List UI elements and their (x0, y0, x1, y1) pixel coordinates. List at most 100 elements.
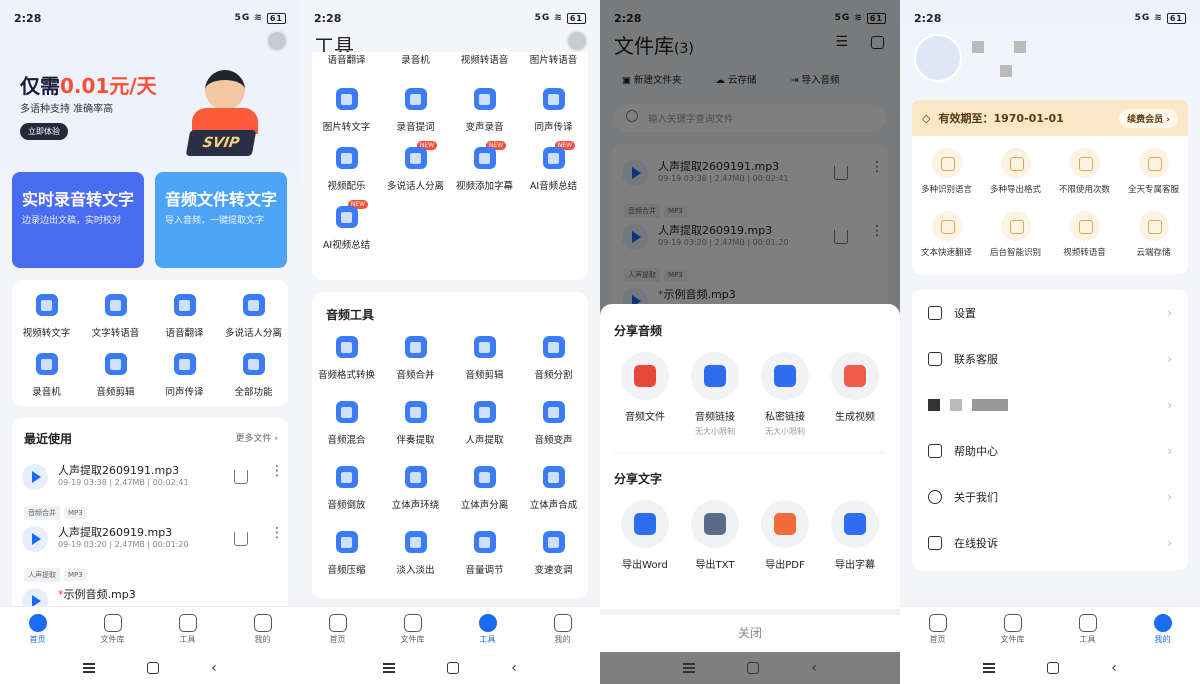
share-private-link[interactable]: 私密链接 无大小限制 (750, 352, 820, 437)
file-name[interactable]: 人声提取2609191.mp3 (58, 462, 179, 478)
play-button[interactable] (22, 526, 48, 552)
tool-teleprompter[interactable]: 录音提词 (381, 88, 450, 133)
back-icon[interactable]: ‹ (211, 660, 217, 676)
tab-library[interactable]: 文件库 (383, 614, 443, 645)
settings-menu: 设置 › 联系客服 › › 帮助中心 › 关于我们 › 在线投诉 › (912, 290, 1188, 570)
tool-voice-change-record[interactable]: 变声录音 (450, 88, 519, 133)
tool-video-to-text[interactable]: 视频转文字 (12, 294, 81, 339)
word-icon (634, 513, 656, 535)
tool-recorder[interactable]: 录音机 (12, 353, 81, 398)
back-icon[interactable]: ‹ (1111, 660, 1117, 676)
tool-speech-translate[interactable]: 语音翻译 (150, 294, 219, 339)
tool-fade[interactable]: 淡入淡出 (381, 531, 450, 576)
renew-button[interactable]: 续费会员 › (1119, 108, 1178, 128)
tool-ai-audio-summary[interactable]: NEW AI音频总结 (519, 141, 588, 192)
tab-tools[interactable]: 工具 (1058, 614, 1118, 645)
export-txt[interactable]: 导出TXT (680, 500, 750, 571)
menu-icon[interactable] (83, 663, 96, 673)
file-name[interactable]: *示例音频.mp3 (58, 586, 136, 602)
menu-settings[interactable]: 设置 › (912, 290, 1188, 336)
tool-simultaneous[interactable]: 同声传译 (519, 88, 588, 133)
tool-ai-video-summary[interactable]: NEW AI视频总结 (312, 200, 381, 251)
tool-voice-change[interactable]: 音频变声 (519, 401, 588, 446)
export-pdf[interactable]: 导出PDF (750, 500, 820, 571)
back-icon[interactable]: ‹ (511, 660, 517, 676)
home-square-icon[interactable] (747, 662, 760, 674)
tool-image-to-speech[interactable]: 图片转语音 (519, 52, 588, 66)
tool-audio-format[interactable]: 音频格式转换 (312, 336, 381, 381)
menu-icon[interactable] (683, 663, 696, 673)
tool-video-to-speech[interactable]: 视频转语音 (450, 52, 519, 66)
tool-recorder[interactable]: 录音机 (381, 52, 450, 66)
chevron-right-icon: › (1167, 306, 1172, 320)
share-audio-link[interactable]: 音频链接 无大小限制 (680, 352, 750, 437)
export-subtitles[interactable]: 导出字幕 (820, 500, 890, 571)
tool-add-subtitles[interactable]: NEW 视频添加字幕 (450, 141, 519, 192)
interpreter-icon (173, 353, 196, 375)
tab-library[interactable]: 文件库 (983, 614, 1043, 645)
tool-vocal-extract[interactable]: 人声提取 (450, 401, 519, 446)
home-square-icon[interactable] (447, 662, 460, 674)
home-screen: 2:28 5G ≋ 61 仅需0.01元/天 多语种支持 准确率高 立即体验 SVI… (0, 0, 300, 684)
tool-stereo-split[interactable]: 立体声分离 (450, 466, 519, 511)
tool-volume[interactable]: 音量调节 (450, 531, 519, 576)
tool-surround[interactable]: 立体声环绕 (381, 466, 450, 511)
more-icon[interactable]: ⋮ (270, 526, 284, 540)
play-button[interactable] (22, 464, 48, 490)
share-audio-file[interactable]: 音频文件 (610, 352, 680, 423)
share-icon[interactable] (234, 470, 248, 484)
tab-home[interactable]: 首页 (8, 614, 68, 645)
tab-tools[interactable]: 工具 (458, 614, 518, 645)
menu-icon[interactable] (983, 663, 996, 673)
divider (614, 452, 886, 453)
tool-text-to-speech[interactable]: 文字转语音 (81, 294, 150, 339)
menu-customer-service[interactable]: 联系客服 › (912, 336, 1188, 382)
home-square-icon[interactable] (1047, 662, 1060, 674)
tab-tools[interactable]: 工具 (158, 614, 218, 645)
menu-redacted[interactable]: › (912, 382, 1188, 428)
tab-home[interactable]: 首页 (308, 614, 368, 645)
share-icon[interactable] (234, 532, 248, 546)
file-name[interactable]: 人声提取260919.mp3 (58, 524, 172, 540)
export-word[interactable]: 导出Word (610, 500, 680, 571)
home-square-icon[interactable] (147, 662, 160, 674)
tab-mine[interactable]: 我的 (233, 614, 293, 645)
tool-audio-cut[interactable]: 音频剪辑 (81, 353, 150, 398)
share-generate-video[interactable]: 生成视频 (820, 352, 890, 423)
tool-speaker-separation[interactable]: 多说话人分离 (219, 294, 288, 339)
close-button[interactable]: 关闭 (600, 609, 900, 649)
back-icon[interactable]: ‹ (811, 660, 817, 676)
try-now-button[interactable]: 立即体验 (20, 123, 68, 140)
tool-speed-pitch[interactable]: 变速变调 (519, 531, 588, 576)
tab-library[interactable]: 文件库 (83, 614, 143, 645)
tool-speech-translate[interactable]: 语音翻译 (312, 52, 381, 66)
status-bar: 2:28 5G≋61 (300, 0, 600, 36)
tool-compress[interactable]: 音频压缩 (312, 531, 381, 576)
menu-complaint[interactable]: 在线投诉 › (912, 520, 1188, 566)
tool-video-music[interactable]: 视频配乐 (312, 147, 381, 192)
tool-audio-split[interactable]: 音频分割 (519, 336, 588, 381)
tool-simultaneous[interactable]: 同声传译 (150, 353, 219, 398)
toolbox-icon (178, 614, 197, 632)
tab-mine[interactable]: 我的 (1133, 614, 1193, 645)
link-icon (704, 365, 726, 387)
tool-image-to-text[interactable]: 图片转文字 (312, 88, 381, 133)
realtime-record-card[interactable]: 实时录音转文字 边录边出文稿，实时校对 (12, 172, 144, 268)
more-icon[interactable]: ⋮ (270, 464, 284, 478)
tool-audio-cut[interactable]: 音频剪辑 (450, 336, 519, 381)
tool-audio-merge[interactable]: 音频合并 (381, 336, 450, 381)
tool-all[interactable]: 全部功能 (219, 353, 288, 398)
profile-avatar[interactable] (914, 34, 962, 82)
audio-file-card[interactable]: 音频文件转文字 导入音频，一键提取文字 (155, 172, 287, 268)
menu-about[interactable]: 关于我们 › (912, 474, 1188, 520)
menu-icon[interactable] (383, 663, 396, 673)
tool-reverse[interactable]: 音频倒放 (312, 466, 381, 511)
tab-mine[interactable]: 我的 (533, 614, 593, 645)
tool-accompaniment[interactable]: 伴奏提取 (381, 401, 450, 446)
menu-help-center[interactable]: 帮助中心 › (912, 428, 1188, 474)
tool-stereo-merge[interactable]: 立体声合成 (519, 466, 588, 511)
tab-home[interactable]: 首页 (908, 614, 968, 645)
tool-speaker-separation[interactable]: NEW 多说话人分离 (381, 141, 450, 192)
more-files-link[interactable]: 更多文件 › (236, 431, 278, 444)
tool-audio-mix[interactable]: 音频混合 (312, 401, 381, 446)
